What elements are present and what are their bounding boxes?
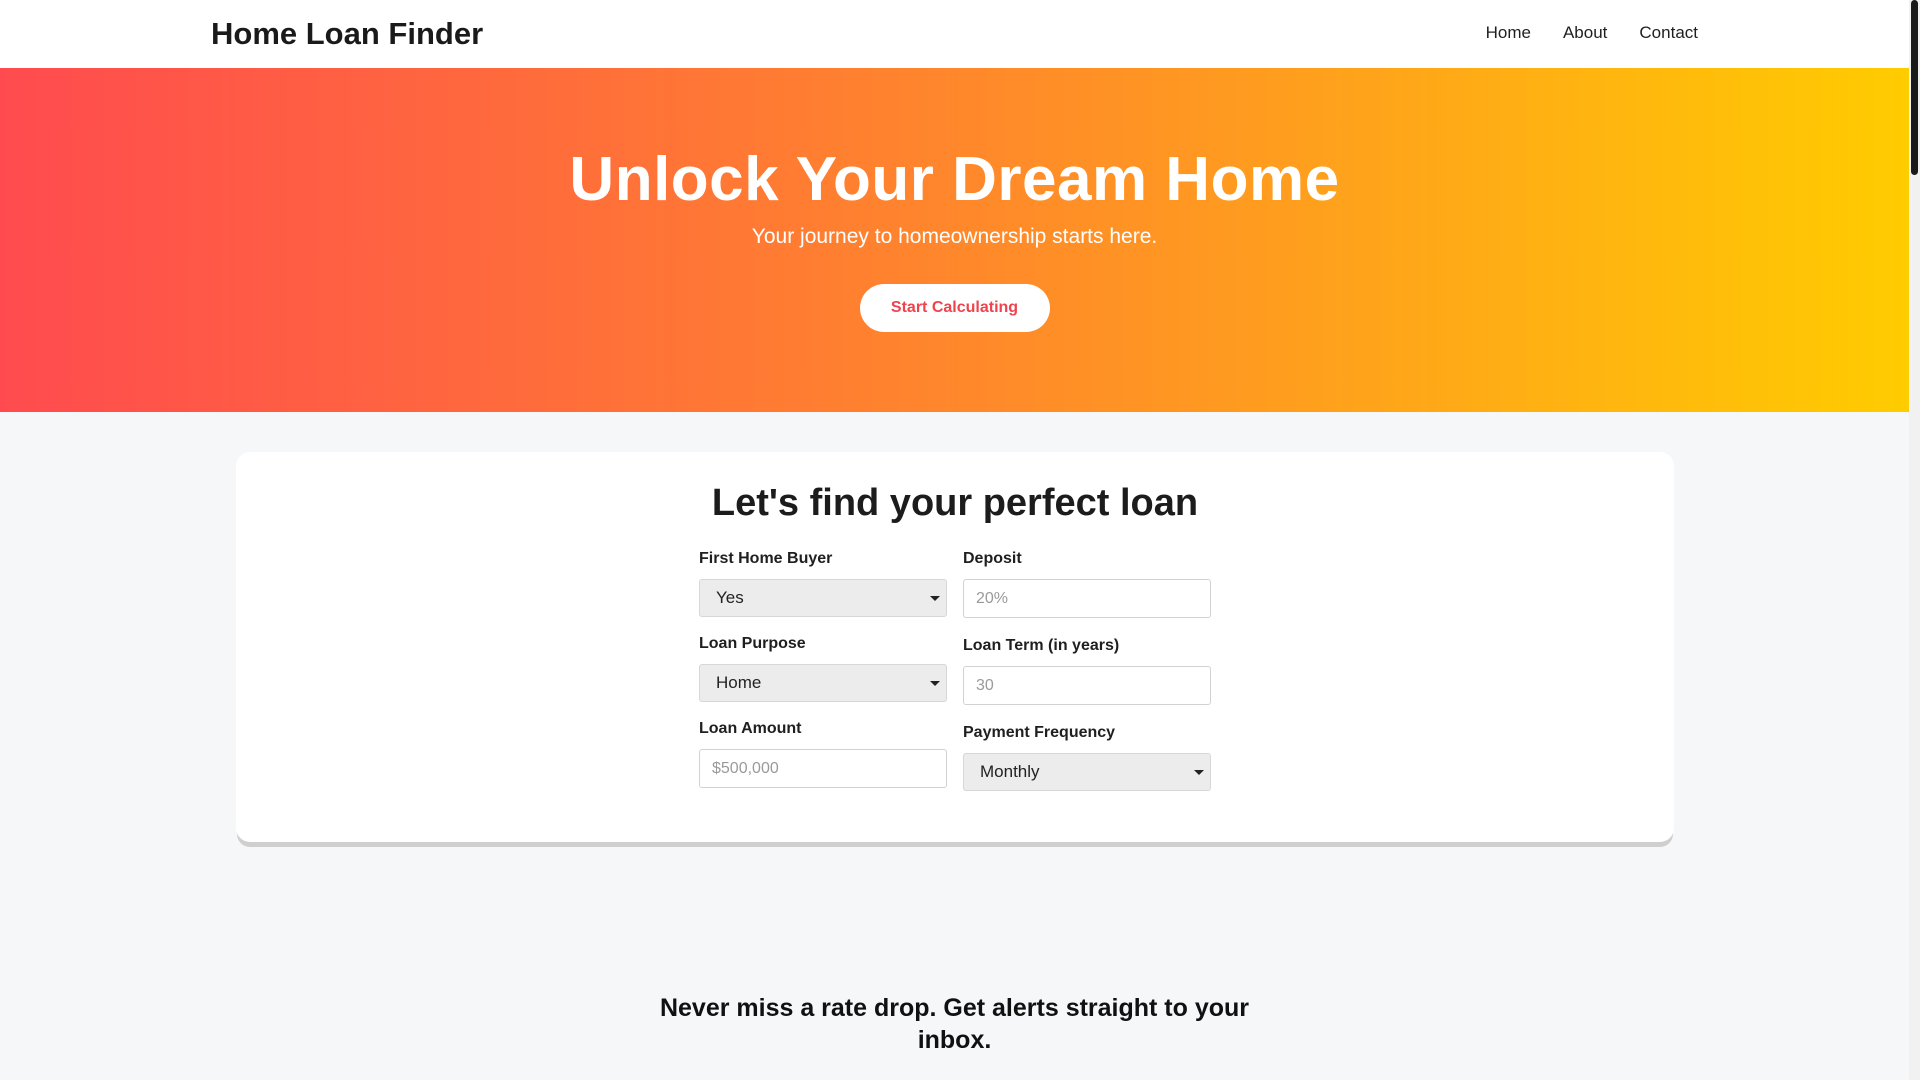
payment-frequency-label: Payment Frequency xyxy=(963,724,1116,741)
hero-subtitle: Your journey to homeownership starts her… xyxy=(751,225,1158,248)
deposit-label: Deposit xyxy=(963,550,1022,567)
main-nav: Home About Contact xyxy=(1486,23,1698,43)
form-right-column: Deposit Loan Term (in years) Payment Fre… xyxy=(963,548,1211,807)
loan-purpose-select[interactable]: Home xyxy=(699,664,947,702)
loan-form-card: Let's find your perfect loan First Home … xyxy=(236,452,1674,842)
form-left-column: First Home Buyer Yes Loan Purpose Home L… xyxy=(699,548,947,803)
hero-banner: Unlock Your Dream Home Your journey to h… xyxy=(0,68,1909,412)
first-home-buyer-label: First Home Buyer xyxy=(699,550,833,567)
brand-logo-text[interactable]: Home Loan Finder xyxy=(211,16,483,52)
loan-term-label: Loan Term (in years) xyxy=(963,637,1120,654)
newsletter-section: Never miss a rate drop. Get alerts strai… xyxy=(0,992,1909,1056)
page-scrollbar[interactable] xyxy=(1909,0,1920,1080)
deposit-input[interactable] xyxy=(963,579,1211,618)
first-home-buyer-value: Yes xyxy=(716,588,744,607)
loan-purpose-value: Home xyxy=(716,673,762,692)
loan-purpose-label: Loan Purpose xyxy=(699,635,806,652)
page: Home Loan Finder Home About Contact Unlo… xyxy=(0,0,1909,1080)
newsletter-heading: Never miss a rate drop. Get alerts strai… xyxy=(659,994,1250,1054)
loan-amount-input[interactable] xyxy=(699,749,947,788)
caret-down-icon xyxy=(930,596,940,601)
loan-form-title: Let's find your perfect loan xyxy=(711,482,1199,524)
nav-link-home[interactable]: Home xyxy=(1486,23,1531,43)
first-home-buyer-select[interactable]: Yes xyxy=(699,579,947,617)
start-calculating-button[interactable]: Start Calculating xyxy=(859,284,1050,332)
caret-down-icon xyxy=(930,681,940,686)
hero-title: Unlock Your Dream Home xyxy=(569,145,1340,214)
scrollbar-thumb[interactable] xyxy=(1911,0,1918,175)
payment-frequency-value: Monthly xyxy=(980,762,1040,781)
loan-amount-field: Loan Amount xyxy=(699,718,947,803)
loan-term-input[interactable] xyxy=(963,666,1211,705)
caret-down-icon xyxy=(1194,770,1204,775)
loan-purpose-field: Loan Purpose Home xyxy=(699,633,947,718)
nav-link-contact[interactable]: Contact xyxy=(1639,23,1698,43)
nav-link-about[interactable]: About xyxy=(1563,23,1607,43)
payment-frequency-select[interactable]: Monthly xyxy=(963,753,1211,791)
loan-term-field: Loan Term (in years) xyxy=(963,635,1211,720)
payment-frequency-field: Payment Frequency Monthly xyxy=(963,722,1211,807)
first-home-buyer-field: First Home Buyer Yes xyxy=(699,548,947,633)
loan-amount-label: Loan Amount xyxy=(699,720,802,737)
top-navigation-bar: Home Loan Finder Home About Contact xyxy=(0,0,1909,68)
deposit-field: Deposit xyxy=(963,548,1211,633)
